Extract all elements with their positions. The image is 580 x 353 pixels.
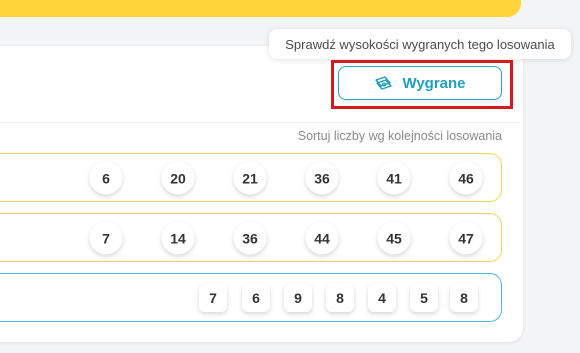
draw-digit-tile: 9 [284, 284, 312, 312]
draw-row-main: 6 20 21 36 41 46 [0, 153, 502, 202]
draw-ball: 21 [233, 161, 267, 195]
sort-by-draw-order-label: Sortuj liczby wg kolejności losowania [297, 129, 502, 143]
top-banner [0, 0, 521, 17]
draw-digit-tile: 6 [242, 284, 270, 312]
winnings-button[interactable]: Wygrane [338, 66, 502, 100]
draw-ball: 6 [89, 161, 123, 195]
draw-ball: 20 [161, 161, 195, 195]
draw-digit-tile: 4 [368, 284, 396, 312]
draw-ball: 47 [449, 221, 483, 255]
sort-by-draw-order-link[interactable]: Sortuj liczby wg kolejności losowania [280, 129, 502, 143]
draw-row-plus: 7 14 36 44 45 47 [0, 213, 502, 262]
draw-ball: 7 [89, 221, 123, 255]
money-icon [374, 76, 393, 90]
draw-digit-tile: 5 [410, 284, 438, 312]
draw-ball: 14 [161, 221, 195, 255]
draw-digit-tile: 7 [199, 284, 227, 312]
draw-digit-tile: 8 [326, 284, 354, 312]
card-divider [0, 122, 522, 123]
winnings-tooltip-text: Sprawdź wysokości wygranych tego losowan… [285, 36, 555, 52]
draw-ball: 45 [377, 221, 411, 255]
winnings-button-label: Wygrane [402, 74, 466, 92]
draw-ball: 36 [305, 161, 339, 195]
draw-digit-tile: 8 [450, 284, 478, 312]
draw-ball: 46 [449, 161, 483, 195]
draw-ball: 41 [377, 161, 411, 195]
draw-ball: 36 [233, 221, 267, 255]
winnings-tooltip: Sprawdź wysokości wygranych tego losowan… [269, 29, 571, 59]
draw-ball: 44 [305, 221, 339, 255]
draw-row-digits: 7 6 9 8 4 5 8 [0, 273, 502, 322]
